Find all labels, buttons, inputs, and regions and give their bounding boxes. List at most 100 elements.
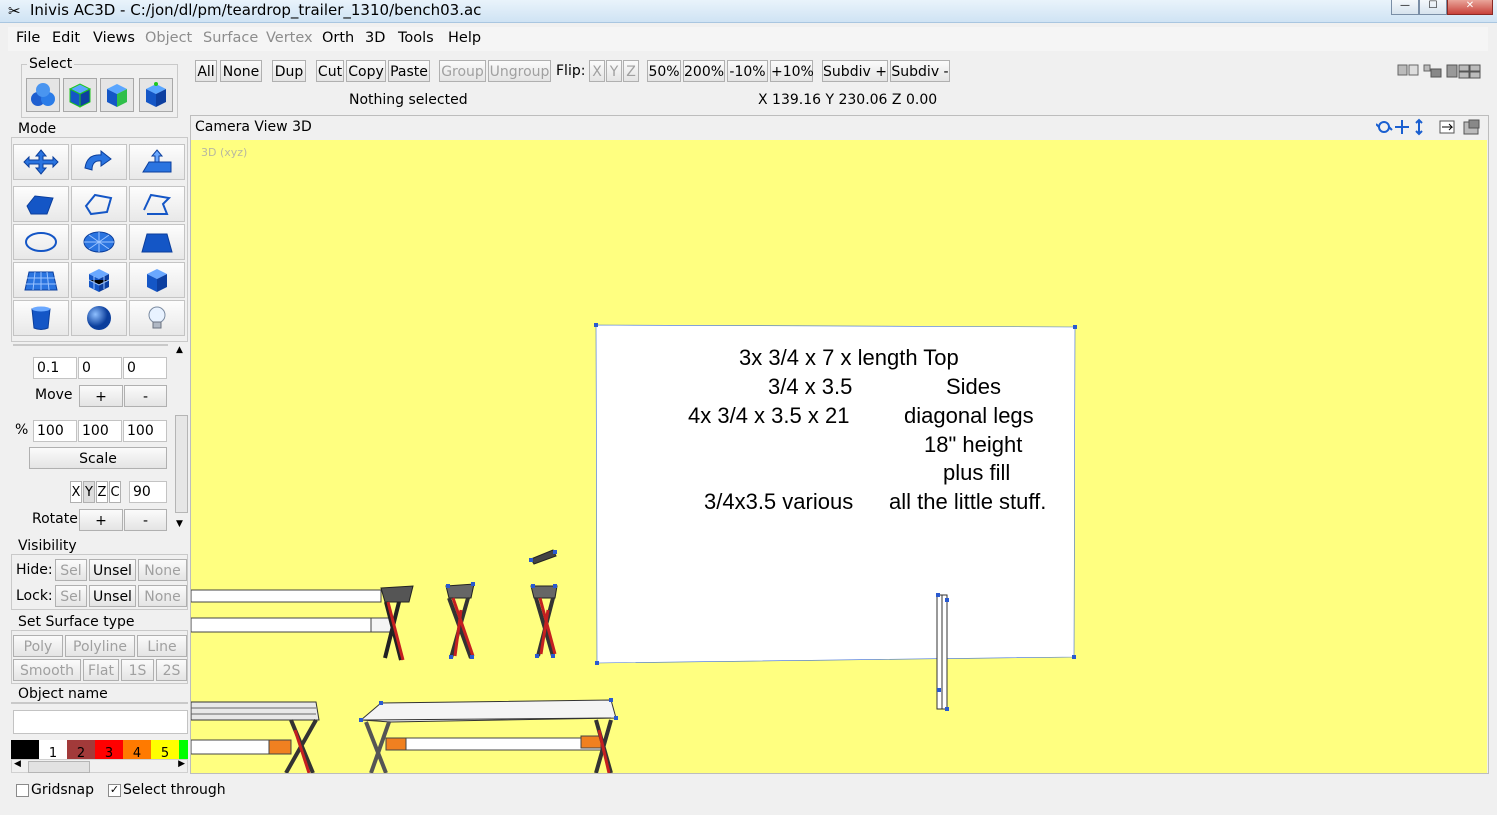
palette-color-6[interactable] (179, 740, 188, 760)
scale-button[interactable]: Scale (29, 447, 167, 469)
mode-polygon-button[interactable] (13, 186, 69, 222)
rotate-plus-button[interactable]: + (79, 509, 123, 531)
viewport-nav-icons[interactable] (1376, 118, 1486, 136)
rotate-axis-x[interactable]: X (70, 481, 82, 503)
move-x-input[interactable]: 0.1 (33, 357, 77, 379)
scale-y-input[interactable]: 100 (78, 420, 122, 442)
select-surface-mode-button[interactable] (100, 78, 134, 112)
scroll-thumb[interactable] (175, 415, 188, 513)
move-z-input[interactable]: 0 (123, 357, 167, 379)
palette-color-1[interactable]: 1 (39, 740, 67, 761)
layout-switcher-icon[interactable] (1397, 62, 1483, 80)
palette-color-5[interactable]: 5 (151, 740, 179, 761)
zoom-50-button[interactable]: 50% (647, 60, 681, 82)
menu-tools[interactable]: Tools (398, 30, 434, 46)
maximize-button[interactable]: ☐ (1419, 0, 1447, 15)
rotate-angle-input[interactable]: 90 (129, 481, 167, 503)
scale-x-input[interactable]: 100 (33, 420, 77, 442)
hide-none-button[interactable]: None (138, 559, 187, 581)
palette-color-0[interactable] (11, 740, 39, 760)
object-name-input[interactable] (13, 710, 188, 734)
move-minus-button[interactable]: - (124, 385, 167, 407)
select-group-mode-button[interactable] (26, 78, 60, 112)
cut-button[interactable]: Cut (316, 60, 344, 82)
select-object-mode-button[interactable] (63, 78, 97, 112)
palette-scrollbar[interactable]: ◀ ▶ (11, 759, 188, 773)
surface-smooth-button[interactable]: Smooth (13, 659, 81, 681)
mode-box-grid-button[interactable] (71, 262, 127, 298)
panel-scrollbar[interactable]: ▲ ▼ (174, 343, 188, 533)
dup-button[interactable]: Dup (272, 60, 306, 82)
palette-color-4[interactable]: 4 (123, 740, 151, 761)
flip-x-button[interactable]: X (589, 60, 605, 82)
mode-line-button[interactable] (129, 186, 185, 222)
mode-box-button[interactable] (129, 262, 185, 298)
surface-poly-button[interactable]: Poly (13, 635, 63, 657)
mode-polyline-button[interactable] (71, 186, 127, 222)
surface-1s-button[interactable]: 1S (121, 659, 154, 681)
flip-y-button[interactable]: Y (606, 60, 622, 82)
flip-z-button[interactable]: Z (623, 60, 639, 82)
ungroup-button[interactable]: Ungroup (488, 60, 551, 82)
gridsnap-checkbox[interactable] (16, 784, 29, 797)
mode-light-button[interactable] (129, 300, 185, 336)
surface-2s-button[interactable]: 2S (156, 659, 187, 681)
scroll-up-arrow-icon[interactable]: ▲ (176, 345, 183, 355)
mode-sphere-button[interactable] (71, 300, 127, 336)
group-button[interactable]: Group (439, 60, 486, 82)
close-button[interactable]: ✕ (1447, 0, 1493, 15)
minimize-button[interactable]: — (1391, 0, 1419, 15)
surface-polyline-button[interactable]: Polyline (65, 635, 135, 657)
copy-button[interactable]: Copy (346, 60, 386, 82)
palette-color-3[interactable]: 3 (95, 740, 123, 761)
zoom-plus10-button[interactable]: +10% (770, 60, 814, 82)
menu-object[interactable]: Object (145, 30, 192, 46)
mode-extrude-button[interactable] (129, 144, 185, 180)
select-all-button[interactable]: All (195, 60, 217, 82)
menu-3d[interactable]: 3D (365, 30, 385, 46)
rotate-axis-z[interactable]: Z (96, 481, 108, 503)
lock-none-button[interactable]: None (138, 585, 187, 607)
palette-scroll-thumb[interactable] (28, 761, 90, 773)
menu-edit[interactable]: Edit (52, 30, 80, 46)
scroll-down-arrow-icon[interactable]: ▼ (176, 519, 183, 529)
hide-unsel-button[interactable]: Unsel (89, 559, 136, 581)
rotate-axis-c[interactable]: C (109, 481, 121, 503)
select-through-checkbox[interactable]: ✓ (108, 784, 121, 797)
scroll-left-arrow-icon[interactable]: ◀ (14, 759, 21, 769)
mode-move-button[interactable] (13, 144, 69, 180)
mode-circle-button[interactable] (13, 224, 69, 260)
hide-sel-button[interactable]: Sel (55, 559, 87, 581)
paste-button[interactable]: Paste (388, 60, 430, 82)
move-y-input[interactable]: 0 (78, 357, 122, 379)
mode-grid-button[interactable] (13, 262, 69, 298)
menu-file[interactable]: File (16, 30, 40, 46)
menu-views[interactable]: Views (93, 30, 135, 46)
ellipse-outline-icon (25, 232, 57, 252)
scale-z-input[interactable]: 100 (123, 420, 167, 442)
mode-cylinder-button[interactable] (13, 300, 69, 336)
select-none-button[interactable]: None (220, 60, 262, 82)
select-vertex-mode-button[interactable] (139, 78, 173, 112)
mode-rotate-button[interactable] (71, 144, 127, 180)
lock-sel-button[interactable]: Sel (55, 585, 87, 607)
surface-flat-button[interactable]: Flat (83, 659, 119, 681)
menu-orth[interactable]: Orth (322, 30, 354, 46)
menu-surface[interactable]: Surface (203, 30, 258, 46)
rotate-axis-y[interactable]: Y (83, 481, 95, 503)
palette-color-2[interactable]: 2 (67, 740, 95, 761)
surface-line-button[interactable]: Line (137, 635, 187, 657)
zoom-200-button[interactable]: 200% (683, 60, 725, 82)
mode-disk-button[interactable] (71, 224, 127, 260)
subdiv-minus-button[interactable]: Subdiv - (890, 60, 950, 82)
mode-trapezoid-button[interactable] (129, 224, 185, 260)
lock-unsel-button[interactable]: Unsel (89, 585, 136, 607)
rotate-minus-button[interactable]: - (124, 509, 167, 531)
subdiv-plus-button[interactable]: Subdiv + (822, 60, 888, 82)
viewport-3d[interactable]: 3D (xyz) 3x 3/4 x 7 x length Top 3/4 x 3… (191, 140, 1487, 773)
zoom-minus10-button[interactable]: -10% (727, 60, 768, 82)
menu-vertex[interactable]: Vertex (266, 30, 313, 46)
move-plus-button[interactable]: + (79, 385, 123, 407)
scroll-right-arrow-icon[interactable]: ▶ (178, 759, 185, 769)
menu-help[interactable]: Help (448, 30, 481, 46)
